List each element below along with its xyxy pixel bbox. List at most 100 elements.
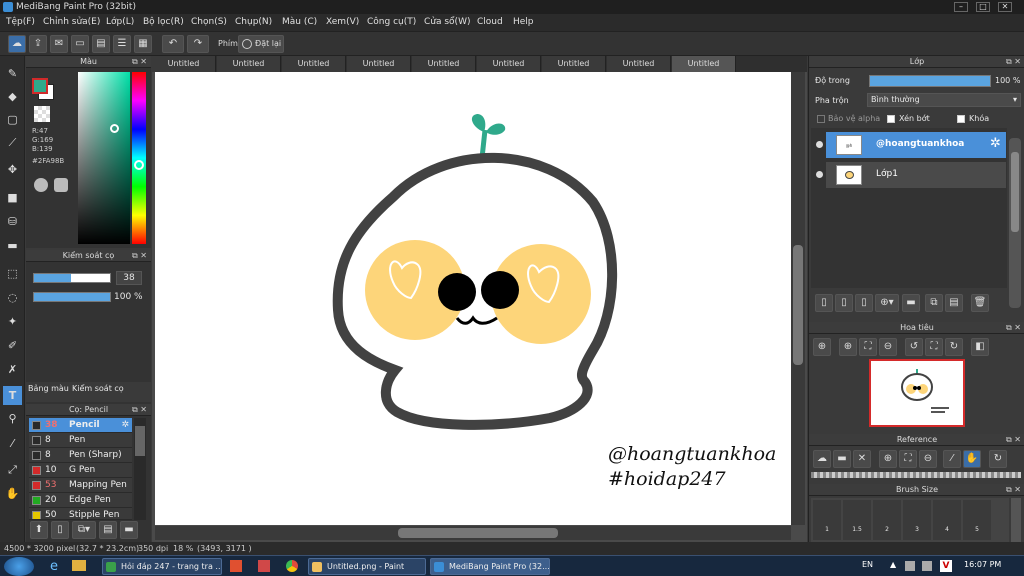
list-icon[interactable]: ☰ [113,35,131,53]
gear-icon[interactable]: ✲ [990,136,1001,151]
tray-up-icon[interactable]: ▲ [890,560,896,569]
list-item[interactable]: 53 Mapping Pen [29,478,132,493]
zoom-in-icon[interactable]: ⊕ [839,338,857,356]
tab-untitled[interactable]: Untitled [607,56,671,72]
layer-folder-icon[interactable]: ▬ [902,294,920,312]
menu-window[interactable]: Cửa sổ(W) [424,17,470,27]
close-reference-icon[interactable]: ✕ [853,450,871,468]
select-rect-tool-icon[interactable]: ⬚ [3,264,22,283]
hue-slider[interactable] [132,72,146,244]
hand-icon[interactable]: ✋ [963,450,981,468]
rotate-icon[interactable]: ↻ [989,450,1007,468]
visibility-icon[interactable] [816,171,823,178]
vietkey-icon[interactable]: V [940,560,952,572]
language-indicator[interactable]: EN [862,560,873,569]
eraser-tool-icon[interactable]: ◆ [3,87,22,106]
menu-file[interactable]: Tệp(F) [6,17,35,27]
move-tool-icon[interactable]: ✥ [3,160,22,179]
dropper-tool-icon[interactable]: ⤢ [3,460,22,479]
list-item[interactable]: 10 G Pen [29,463,132,478]
layer-row[interactable]: Lớp1 [816,162,1006,188]
panel-buttons-icon[interactable]: ⧉ ✕ [1006,322,1021,334]
redo-icon[interactable]: ↷ [187,35,209,53]
menu-layer[interactable]: Lớp(L) [106,17,134,27]
reference-scrollbar[interactable] [811,472,1021,478]
palette-icon[interactable] [34,178,48,192]
reset-button[interactable]: Đặt lại [238,35,284,53]
tab-untitled[interactable]: Untitled [477,56,541,72]
tab-brush-control[interactable]: Kiểm soát cọ [72,384,124,393]
panel-buttons-icon[interactable]: ⧉ ✕ [132,404,147,416]
brush-size-option[interactable]: 5 [963,500,991,540]
task-paint[interactable]: Untitled.png - Paint [308,558,426,575]
saturation-value-picker[interactable] [78,72,130,244]
page-icon[interactable]: ▭ [71,35,89,53]
tab-untitled[interactable]: Untitled [542,56,606,72]
new-layer-icon[interactable]: ▯ [815,294,833,312]
flip-icon[interactable]: ◧ [971,338,989,356]
start-button[interactable] [4,557,34,576]
new-brush-icon[interactable]: ▯ [51,521,69,539]
brush-size-slider[interactable] [33,273,111,283]
tab-untitled-active[interactable]: Untitled [672,56,736,72]
layer-list-scroll-thumb[interactable] [1011,152,1019,232]
copy-brush-icon[interactable]: ⧉▾ [72,521,96,539]
minimize-button[interactable]: – [954,2,968,12]
share-icon[interactable]: ⇪ [29,35,47,53]
menu-help[interactable]: Help [513,17,534,27]
panel-buttons-icon[interactable]: ⧉ ✕ [1006,484,1021,496]
volume-icon[interactable] [922,561,932,571]
list-item[interactable]: 38 Pencil ✲ [29,418,132,433]
tab-untitled[interactable]: Untitled [412,56,476,72]
close-button[interactable]: ✕ [998,2,1012,12]
rotate-left-icon[interactable]: ↺ [905,338,923,356]
visibility-icon[interactable] [816,141,823,148]
rotate-right-icon[interactable]: ↻ [945,338,963,356]
zoom-in-icon[interactable]: ⊕ [813,338,831,356]
clock[interactable]: 16:07 PM [964,560,1001,569]
layer-row-selected[interactable]: @h @hoangtuankhoa ✲ [816,132,1006,158]
undo-icon[interactable]: ↶ [162,35,184,53]
transparent-swatch[interactable] [34,106,50,122]
hand-tool-icon[interactable]: ✋ [3,484,22,503]
add-layer-menu-icon[interactable]: ⊕▾ [875,294,899,312]
fill-rect-tool-icon[interactable]: ■ [3,188,22,207]
merge-layer-icon[interactable]: ▤ [945,294,963,312]
brush-size-option[interactable]: 4 [933,500,961,540]
delete-layer-icon[interactable]: 🗑 [971,294,989,312]
media-icon[interactable] [230,560,242,572]
palette-settings-icon[interactable] [54,178,68,192]
eyedropper-icon[interactable]: ⁄ [943,450,961,468]
duplicate-layer-icon[interactable]: ⧉ [925,294,943,312]
maximize-button[interactable]: □ [976,2,990,12]
layer-opacity-slider[interactable] [869,75,991,87]
brush-size-option[interactable]: 1 [813,500,841,540]
fit-icon[interactable]: ⛶ [899,450,917,468]
tab-untitled[interactable]: Untitled [152,56,216,72]
list-item[interactable]: 20 Edge Pen [29,493,132,508]
explorer-icon[interactable] [72,560,86,571]
navigator-preview[interactable] [869,359,965,427]
app-icon-2[interactable] [258,560,270,572]
menu-color[interactable]: Màu (C) [282,17,317,27]
menu-filter[interactable]: Bộ lọc(R) [143,17,184,27]
zoom-out-icon[interactable]: ⊖ [919,450,937,468]
panel-buttons-icon[interactable]: ⧉ ✕ [132,250,147,262]
document-icon[interactable]: ▤ [92,35,110,53]
menu-edit[interactable]: Chỉnh sửa(E) [43,17,100,27]
bucket-tool-icon[interactable]: ⛁ [3,212,22,231]
menu-view[interactable]: Xem(V) [326,17,359,27]
comment-icon[interactable]: ✉ [50,35,68,53]
rectangle-tool-icon[interactable]: ▢ [3,110,22,129]
zoom-in-icon[interactable]: ⊕ [879,450,897,468]
list-item[interactable]: 50 Stipple Pen [29,508,132,520]
menu-select[interactable]: Chọn(S) [191,17,227,27]
brush-size-value[interactable]: 38 [116,271,142,285]
add-brush-icon[interactable]: ⬆ [30,521,48,539]
list-item[interactable]: 8 Pen [29,433,132,448]
brush-list-scroll-thumb[interactable] [135,426,145,456]
menu-cloud[interactable]: Cloud [477,17,503,27]
clip-checkbox[interactable] [887,115,895,123]
tab-untitled[interactable]: Untitled [347,56,411,72]
task-medibang[interactable]: MediBang Paint Pro (32... [430,558,550,575]
